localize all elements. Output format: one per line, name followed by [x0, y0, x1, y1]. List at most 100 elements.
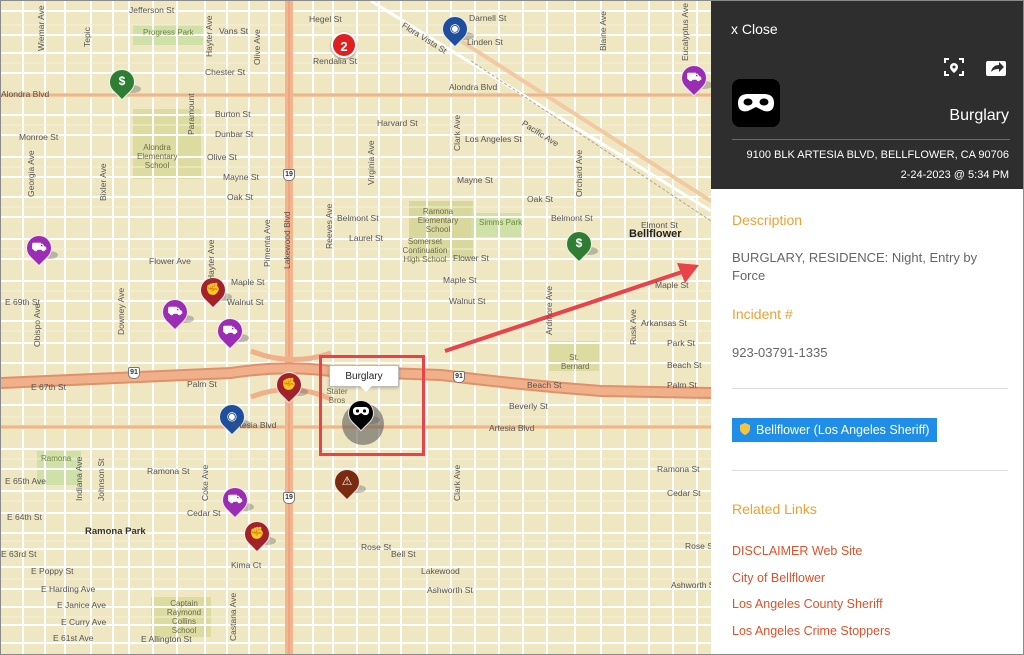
vehicle-marker[interactable]: ⛟	[20, 229, 58, 267]
street-label: Oak St	[227, 192, 253, 202]
street-label: Ashworth St	[671, 580, 717, 590]
car-icon: ⛟	[167, 304, 183, 318]
street-label: E Curry Ave	[61, 617, 107, 627]
vehicle-marker[interactable]: ⛟	[675, 59, 713, 97]
street-label: Bixler Ave	[98, 163, 108, 201]
share-icon[interactable]	[985, 57, 1007, 77]
dollar-icon: $	[118, 74, 126, 88]
fist-icon: ✊	[281, 377, 297, 391]
street-label: Wiemar Ave	[36, 5, 46, 51]
street-label: Beach St	[667, 360, 702, 370]
street-label: Rendalia St	[313, 56, 357, 66]
street-label: Beach St	[527, 380, 562, 390]
street-label: Eucalyptus Ave	[680, 3, 690, 61]
school-label: Stater Bros	[326, 387, 348, 405]
street-label: E 67th St	[31, 382, 66, 392]
burglary-marker-selected[interactable]	[342, 394, 380, 432]
street-label: Chester St	[205, 67, 246, 77]
school-label: Alondra Elementary School	[137, 143, 178, 170]
street-label: Ardmore Ave	[544, 286, 554, 335]
incident-cluster[interactable]: 2	[331, 32, 357, 58]
street-label: Hayter Ave	[204, 15, 214, 57]
divider	[732, 388, 1008, 389]
vehicle-marker[interactable]: ⛟	[216, 481, 254, 519]
street-label: Park St	[667, 338, 695, 348]
police-marker[interactable]: ◉	[436, 10, 474, 48]
city-label: Bellflower	[629, 228, 682, 240]
agency-badge[interactable]: Bellflower (Los Angeles Sheriff)	[732, 418, 938, 442]
street-label: Artesia Blvd	[489, 423, 535, 433]
street-label: Obispo Ave	[32, 303, 42, 347]
street-label: Palm St	[187, 379, 217, 389]
street-label: E Harding Ave	[41, 584, 96, 594]
street-label: Rusk Ave	[628, 309, 638, 345]
street-label: Vans St	[219, 26, 249, 36]
panel-header: x Close Burglary 9100 BLK ARTESIA BLVD, …	[711, 1, 1023, 189]
burglar-mask-icon	[732, 79, 780, 127]
marker-tooltip: Burglary	[329, 365, 399, 392]
street-label: Belmont St	[337, 213, 379, 223]
description-heading: Description	[732, 212, 803, 228]
screenshot-frame: Burglary 2 $ $ ⛟ ⛟ ⛟ ⛟ ⛟ ✊ ✊ ✊ ◉ ◉ ⚠ Bel…	[0, 0, 1024, 655]
street-label: Ashworth St	[427, 585, 473, 595]
street-label: Linden St	[467, 37, 503, 47]
street-label: Paramount	[186, 93, 196, 135]
street-label: Jefferson St	[129, 5, 175, 15]
street-label: Kima Ct	[231, 560, 262, 570]
street-label: Virginia Ave	[366, 140, 376, 185]
link-city-of-bellflower[interactable]: City of Bellflower	[732, 571, 825, 585]
street-label: Flower Ave	[149, 256, 191, 266]
street-label: E 65th Ave	[5, 476, 46, 486]
street-label: Rose St	[361, 542, 392, 552]
street-label: Lakewood	[421, 566, 460, 576]
vehicle-marker[interactable]: ⛟	[211, 312, 249, 350]
school-label: St. Bernard	[561, 353, 590, 371]
police-marker[interactable]: ◉	[213, 398, 251, 436]
vandalism-marker[interactable]: ⚠	[328, 463, 366, 501]
street-label: E Allington St	[141, 634, 192, 644]
street-label: Olive St	[207, 152, 237, 162]
street-label: E 63rd St	[1, 549, 37, 559]
assault-marker[interactable]: ✊	[270, 366, 308, 404]
sheriff-badge-icon	[740, 423, 750, 435]
description-text: BURGLARY, RESIDENCE: Night, Entry by For…	[732, 250, 978, 283]
street-label: Ramona St	[657, 464, 700, 474]
street-label: Mayne St	[457, 175, 493, 185]
focus-icon[interactable]	[943, 57, 965, 77]
street-label: Castana Ave	[228, 592, 238, 641]
street-label: Alondra Blvd	[449, 82, 498, 92]
car-icon: ⛟	[31, 240, 47, 254]
street-label: Bell St	[391, 549, 416, 559]
street-label: Mayne St	[223, 172, 259, 182]
crime-type-title: Burglary	[949, 107, 1009, 124]
close-button[interactable]: x Close	[731, 21, 778, 37]
street-label: Monroe St	[19, 132, 59, 142]
street-label: Maple St	[443, 275, 477, 285]
street-label: Hayter Ave	[206, 239, 216, 281]
street-label: Laurel St	[349, 233, 384, 243]
street-label: Oak St	[527, 194, 553, 204]
incident-number: 923-03791-1335	[732, 345, 828, 360]
highway-shield: 91	[128, 367, 140, 379]
street-label: Beverly St	[509, 401, 548, 411]
street-label: Clark Ave	[452, 464, 462, 501]
park-label: Simms Park	[479, 218, 523, 227]
street-label: Belmont St	[551, 213, 593, 223]
assault-marker[interactable]: ✊	[238, 515, 276, 553]
link-la-county-sheriff[interactable]: Los Angeles County Sheriff	[732, 597, 883, 611]
vehicle-marker[interactable]: ⛟	[156, 293, 194, 331]
street-label: Clark Ave	[452, 114, 462, 151]
car-icon: ⛟	[686, 70, 702, 84]
street-label: Ramona St	[147, 466, 190, 476]
link-disclaimer[interactable]: DISCLAIMER Web Site	[732, 544, 862, 558]
fist-icon: ✊	[249, 526, 265, 540]
street-label: Georgia Ave	[26, 150, 36, 197]
link-la-crime-stoppers[interactable]: Los Angeles Crime Stoppers	[732, 624, 890, 638]
robbery-marker[interactable]: $	[560, 225, 598, 263]
highway-shield: 19	[283, 169, 295, 181]
robbery-marker[interactable]: $	[103, 63, 141, 101]
vandalism-icon: ⚠	[341, 474, 353, 488]
divider	[732, 139, 1010, 140]
incident-address: 9100 BLK ARTESIA BLVD, BELLFLOWER, CA 90…	[746, 149, 1009, 161]
street-label: Blaine Ave	[598, 10, 608, 51]
